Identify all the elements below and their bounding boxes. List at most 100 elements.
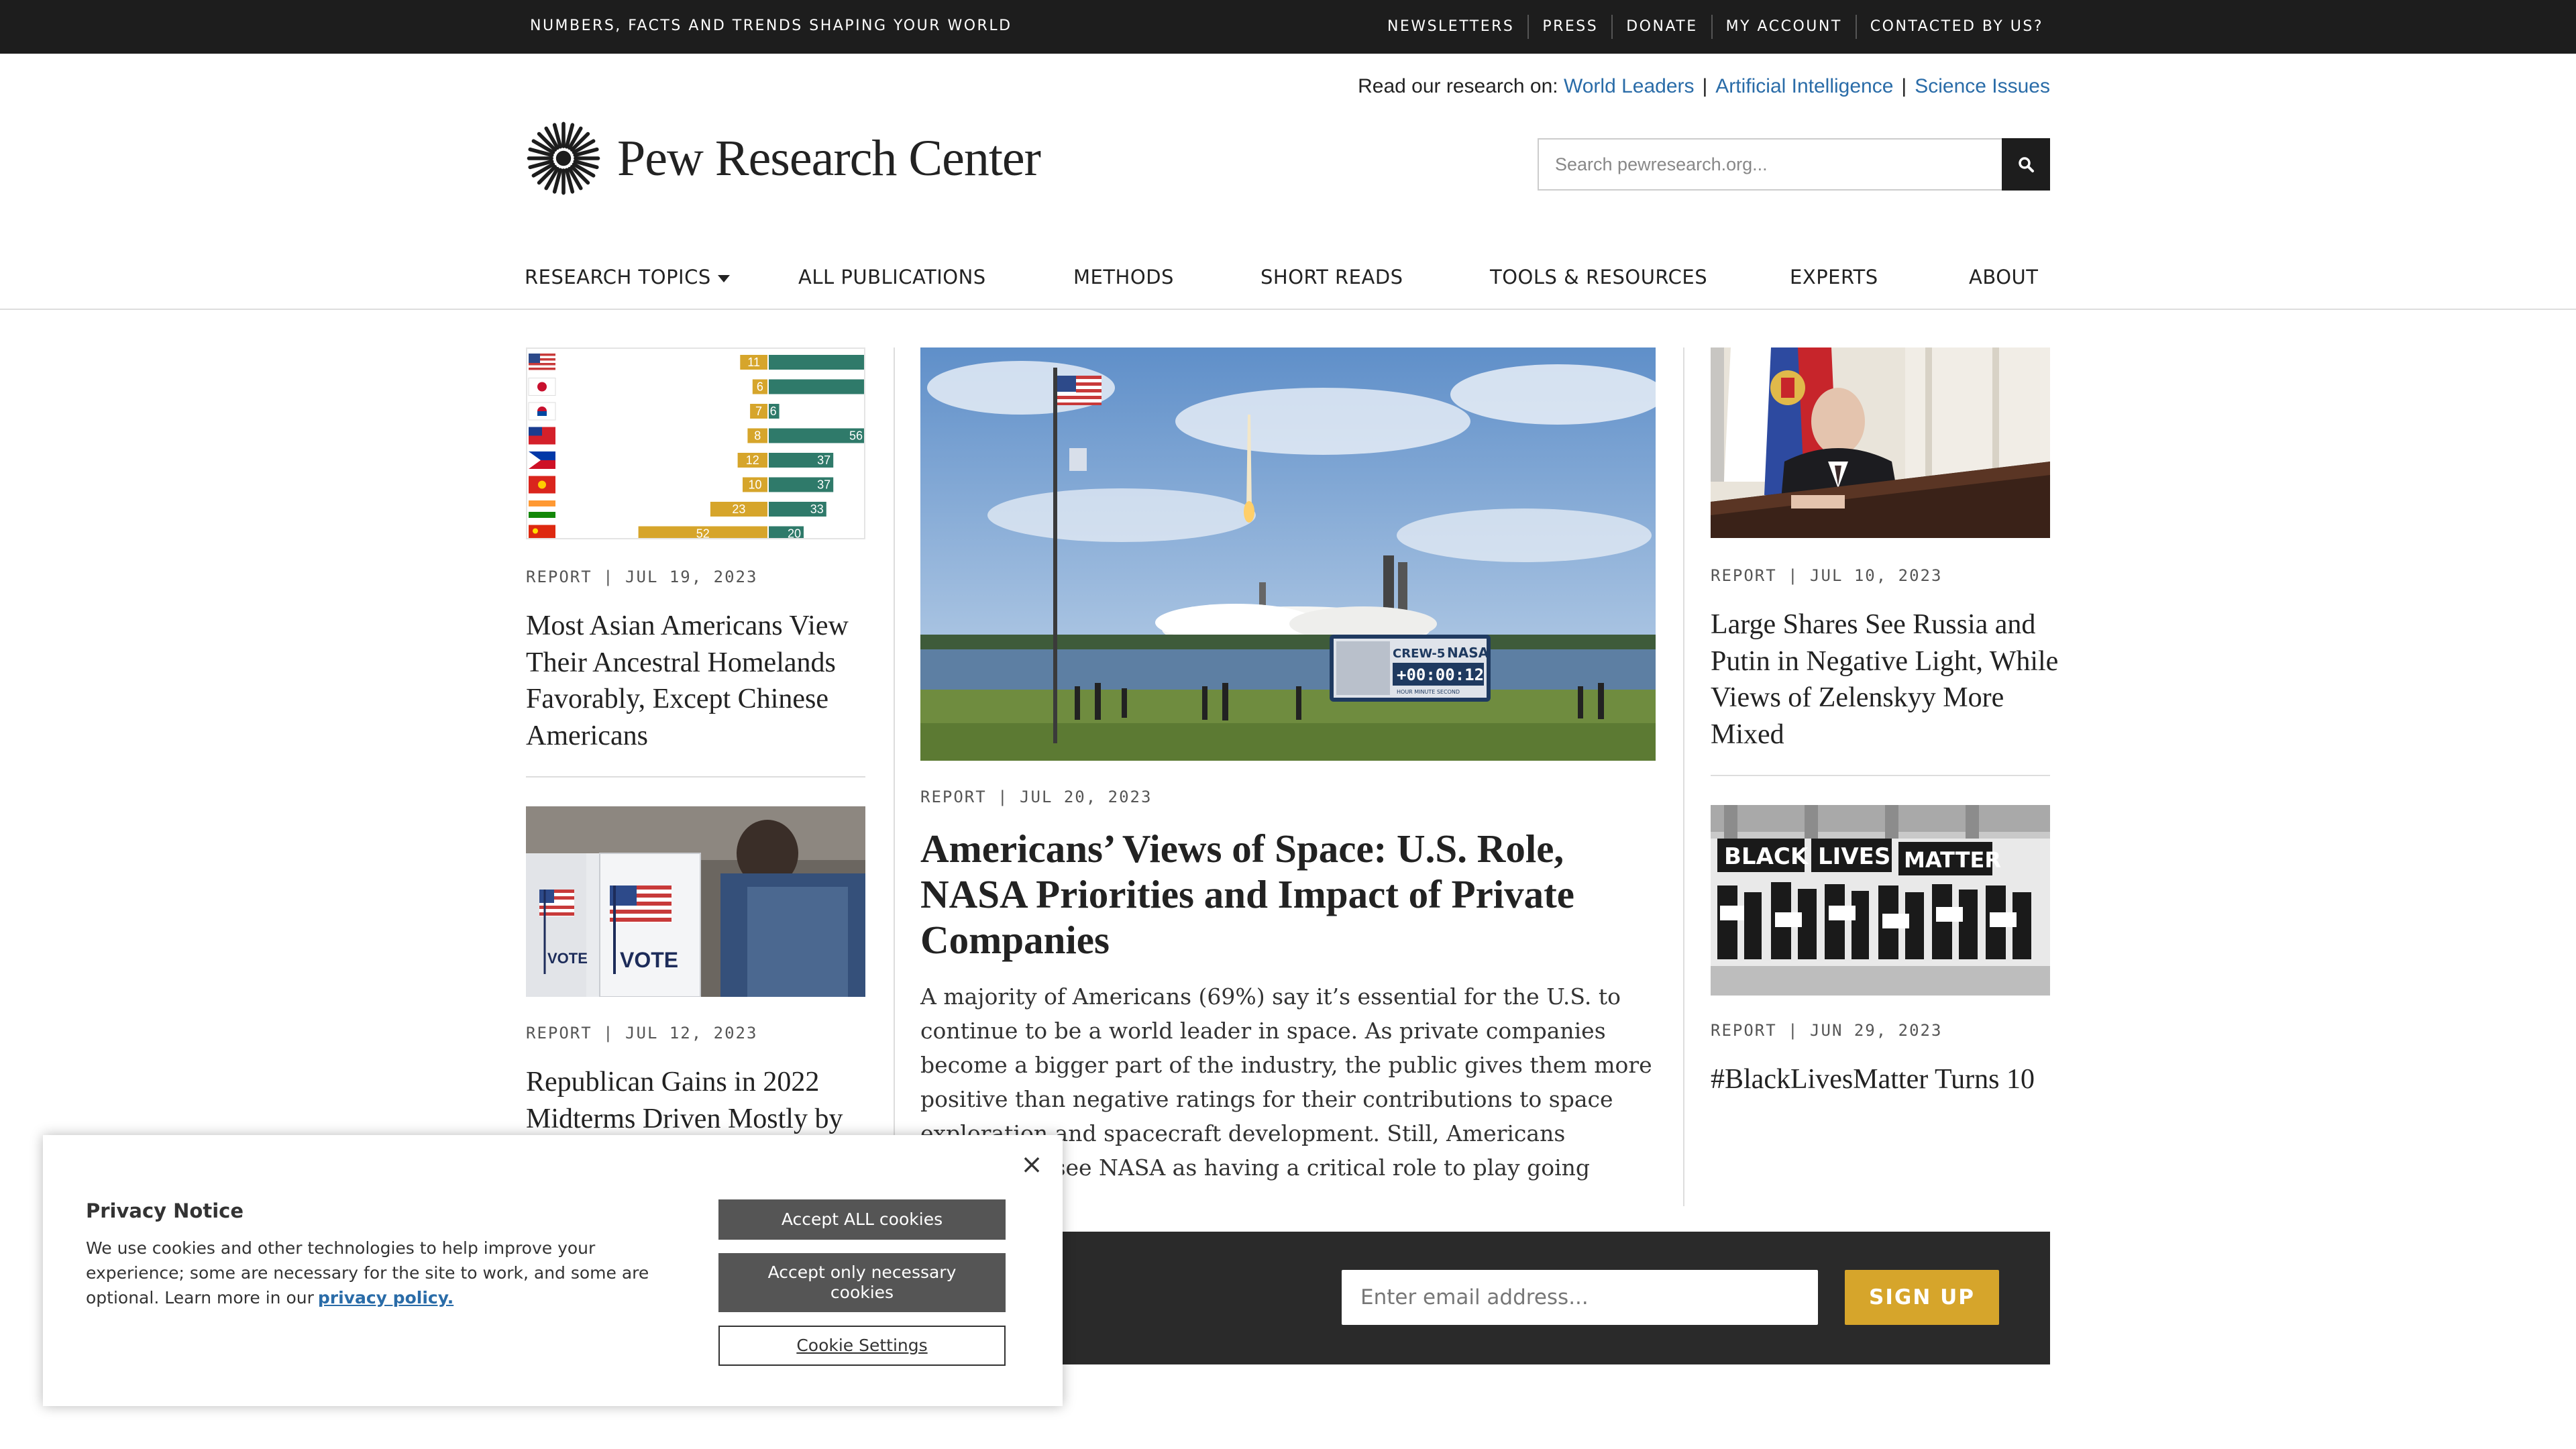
us-flag-canton — [529, 354, 540, 363]
research-prefix: Read our research on: — [1358, 75, 1558, 97]
pew-logo-icon — [527, 121, 600, 195]
black-lives-matter-image: BLACK LIVES MATTER — [1711, 805, 2050, 996]
chart-value-label-teal: 33 — [810, 502, 824, 516]
accept-all-cookies-button[interactable]: Accept ALL cookies — [718, 1199, 1006, 1240]
countdown-clock: +00:00:12 — [1397, 665, 1484, 684]
nav-all-publications[interactable]: ALL PUBLICATIONS — [798, 266, 986, 288]
us-flag-stripe — [529, 363, 555, 366]
chart-value-label-gold: 7 — [755, 405, 762, 418]
article-title-russia-putin[interactable]: Large Shares See Russia and Putin in Neg… — [1711, 606, 2059, 753]
nav-research-topics[interactable]: RESEARCH TOPICS — [525, 266, 730, 288]
article-title-asian-americans[interactable]: Most Asian Americans View Their Ancestra… — [526, 608, 875, 754]
chart-value-label-gold: 6 — [757, 380, 763, 394]
voting-booth-photo[interactable]: VOTE VOTE — [526, 806, 865, 997]
close-icon[interactable]: × — [1017, 1150, 1046, 1179]
cookie-settings-button[interactable]: Cookie Settings — [718, 1326, 1006, 1366]
search-icon — [2019, 157, 2034, 172]
india-flag-icon — [529, 500, 555, 506]
india-flag-middle — [529, 506, 555, 512]
article-meta: REPORT | JUN 29, 2023 — [1711, 1021, 1943, 1040]
article-meta: REPORT | JUL 12, 2023 — [526, 1024, 758, 1042]
artificial-intelligence-link[interactable]: Artificial Intelligence — [1715, 75, 1893, 97]
korea-flag-half — [537, 411, 547, 416]
main-navigation: RESEARCH TOPICS ALL PUBLICATIONS METHODS… — [0, 255, 2576, 310]
blm-word-matter: MATTER — [1904, 847, 2001, 873]
research-topics-line: Read our research on: World Leaders | Arti… — [1358, 75, 2050, 98]
chart-value-label-teal: 20 — [788, 527, 801, 539]
india-flag-lower — [529, 512, 555, 518]
chart-value-label-teal: 37 — [817, 453, 830, 467]
privacy-title: Privacy Notice — [86, 1199, 244, 1222]
column-divider — [894, 347, 895, 1229]
privacy-policy-link[interactable]: privacy policy. — [318, 1288, 453, 1307]
sign-up-button[interactable]: SIGN UP — [1845, 1270, 1999, 1325]
us-flag-stripe — [529, 368, 555, 370]
vietnam-flag-star — [538, 480, 546, 489]
blm-word-lives: LIVES — [1818, 843, 1890, 870]
separator: | — [1901, 75, 1907, 97]
putin-photo[interactable] — [1711, 347, 2050, 538]
caret-down-icon — [717, 274, 730, 282]
chart-value-label-gold: 8 — [754, 429, 761, 443]
site-tagline: NUMBERS, FACTS AND TRENDS SHAPING YOUR W… — [530, 17, 1012, 34]
contacted-by-us-link[interactable]: CONTACTED BY US? — [1855, 15, 2050, 39]
chart-value-label-teal: 56 — [849, 429, 863, 443]
press-link[interactable]: PRESS — [1527, 15, 1611, 39]
crew-label: CREW-5 — [1393, 647, 1445, 661]
utility-links: NEWSLETTERS PRESS DONATE MY ACCOUNT CONT… — [1374, 15, 2050, 39]
nav-short-reads[interactable]: SHORT READS — [1260, 266, 1403, 288]
nav-label: RESEARCH TOPICS — [525, 266, 711, 288]
rocket-launch-photo[interactable]: CREW-5 NASA +00:00:12 HOUR MINUTE SECOND — [920, 347, 1656, 761]
vote-sign-text: VOTE — [547, 950, 588, 967]
column-divider — [1683, 347, 1684, 1206]
article-title-republican-gains[interactable]: Republican Gains in 2022 Midterms Driven… — [526, 1064, 875, 1137]
nasa-label: NASA — [1447, 645, 1489, 661]
nav-tools-resources[interactable]: TOOLS & RESOURCES — [1490, 266, 1707, 288]
article-meta: REPORT | JUL 10, 2023 — [1711, 566, 1943, 585]
article-title-space[interactable]: Americans’ Views of Space: U.S. Role, NA… — [920, 826, 1656, 963]
newsletters-link[interactable]: NEWSLETTERS — [1374, 15, 1527, 39]
china-flag-star — [533, 528, 538, 534]
email-input[interactable] — [1342, 1270, 1818, 1325]
article-meta: REPORT | JUL 20, 2023 — [920, 788, 1152, 806]
nav-about[interactable]: ABOUT — [1969, 266, 2039, 288]
donate-link[interactable]: DONATE — [1611, 15, 1711, 39]
vote-sign-text: VOTE — [620, 948, 678, 972]
card-separator — [1711, 775, 2050, 776]
site-logo[interactable]: Pew Research Center — [526, 121, 1041, 196]
chart-value-label-gold: 11 — [747, 356, 760, 369]
nav-methods[interactable]: METHODS — [1073, 266, 1174, 288]
japan-flag-sun — [537, 382, 547, 392]
voting-booth-image: VOTE VOTE — [526, 806, 865, 997]
article-title-blm[interactable]: #BlackLivesMatter Turns 10 — [1711, 1061, 2059, 1098]
nav-experts[interactable]: EXPERTS — [1790, 266, 1878, 288]
chart-value-label-teal: 37 — [817, 478, 830, 492]
search-form — [1538, 138, 2050, 191]
chart-bar-teal — [769, 379, 864, 394]
world-leaders-link[interactable]: World Leaders — [1564, 75, 1695, 97]
black-lives-matter-photo[interactable]: BLACK LIVES MATTER — [1711, 805, 2050, 996]
taiwan-flag-canton — [529, 427, 542, 436]
asian-americans-chart-thumbnail[interactable]: 11 6 7 6 8 56 12 37 10 37 23 33 52 20 — [526, 347, 865, 539]
separator: | — [1702, 75, 1708, 97]
homelands-bar-chart: 1167 68 5612 3710 3723 3352 20 — [528, 354, 864, 539]
china-flag-icon — [529, 525, 555, 538]
search-button[interactable] — [2002, 138, 2050, 191]
rocket-launch-image: CREW-5 NASA +00:00:12 HOUR MINUTE SECOND — [920, 347, 1656, 761]
logo-wordmark: Pew Research Center — [617, 129, 1041, 186]
science-issues-link[interactable]: Science Issues — [1915, 75, 2050, 97]
chart-value-label-teal: 6 — [770, 405, 777, 418]
accept-necessary-cookies-button[interactable]: Accept only necessary cookies — [718, 1253, 1006, 1312]
my-account-link[interactable]: MY ACCOUNT — [1711, 15, 1856, 39]
chart-bar-teal — [769, 355, 864, 370]
privacy-body: We use cookies and other technologies to… — [86, 1236, 676, 1310]
top-utility-bar: NUMBERS, FACTS AND TRENDS SHAPING YOUR W… — [0, 0, 2576, 54]
newsletter-signup: SIGN UP — [920, 1232, 2050, 1364]
search-input[interactable] — [1538, 138, 2002, 191]
putin-image — [1711, 347, 2050, 538]
clock-units: HOUR MINUTE SECOND — [1397, 689, 1460, 695]
blm-word-black: BLACK — [1724, 843, 1809, 870]
chart-value-label-gold: 52 — [696, 527, 710, 539]
chart-value-label-gold: 12 — [746, 453, 759, 467]
card-separator — [526, 776, 865, 777]
